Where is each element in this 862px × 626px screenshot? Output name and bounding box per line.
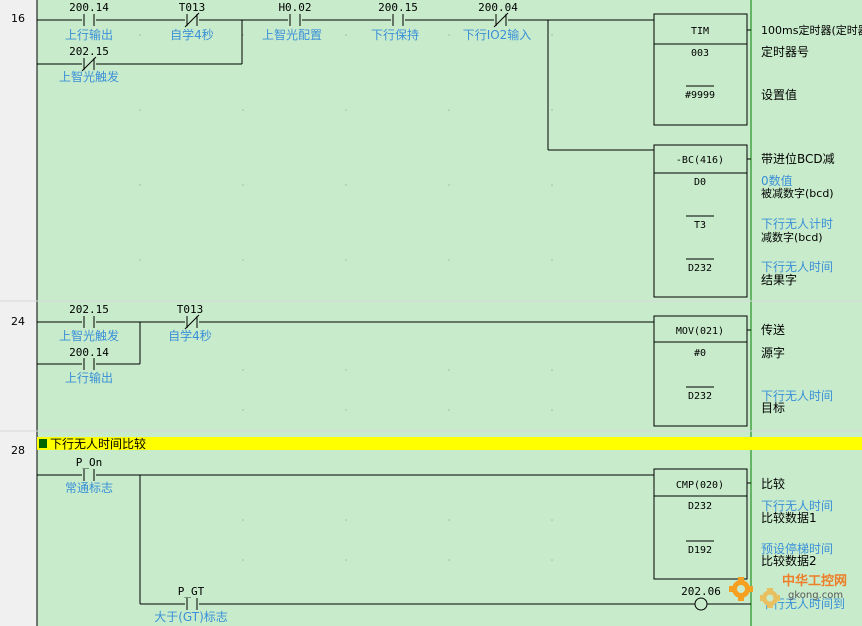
operand-value: 003 bbox=[691, 48, 709, 59]
instruction-name: -BC(416) bbox=[676, 155, 724, 166]
operand-label: 减数字(bcd) bbox=[761, 230, 823, 244]
contact-comment: 上智光触发 bbox=[59, 328, 119, 343]
coil-address: 202.06 bbox=[681, 585, 721, 598]
instruction-description: 100ms定时器(定时器 bbox=[761, 23, 862, 37]
operand-value: D192 bbox=[688, 545, 712, 556]
contact-address: H0.02 bbox=[278, 1, 311, 14]
contact-address: 202.15 bbox=[69, 303, 109, 316]
operand-value: D0 bbox=[694, 177, 706, 188]
watermark-domain: gkong.com bbox=[788, 590, 843, 601]
step-number: 24 bbox=[11, 315, 25, 328]
contact-comment: 常通标志 bbox=[65, 481, 113, 495]
contact-address: T013 bbox=[177, 303, 204, 316]
operand-comment: 下行无人时间 bbox=[761, 260, 833, 274]
contact-address: 200.14 bbox=[69, 346, 109, 359]
contact-comment: 自学4秒 bbox=[168, 328, 212, 343]
contact-comment: 自学4秒 bbox=[170, 27, 214, 42]
operand-value: D232 bbox=[688, 501, 712, 512]
contact-comment: 上行输出 bbox=[65, 27, 113, 42]
operand-label: 设置值 bbox=[761, 87, 797, 102]
operand-label: 定时器号 bbox=[761, 44, 809, 59]
operand-label: 比较数据1 bbox=[761, 510, 817, 525]
instruction-name: MOV(021) bbox=[676, 326, 724, 337]
section-header-bar bbox=[37, 437, 862, 450]
operand-comment: 下行无人计时 bbox=[761, 217, 833, 231]
operand-value: T3 bbox=[694, 220, 706, 231]
contact-address: T013 bbox=[179, 1, 206, 14]
contact-comment: 上行输出 bbox=[65, 370, 113, 385]
diagram-background bbox=[0, 0, 862, 626]
watermark-brand: 中华工控网 bbox=[782, 573, 847, 589]
step-number: 28 bbox=[11, 444, 25, 457]
operand-value: #9999 bbox=[685, 90, 715, 101]
operand-label: 比较数据2 bbox=[761, 553, 817, 568]
instruction-name: CMP(020) bbox=[676, 480, 724, 491]
instruction-description: 传送 bbox=[761, 322, 785, 337]
step-number: 16 bbox=[11, 12, 25, 25]
contact-address: P_On bbox=[76, 456, 103, 469]
contact-address: 200.04 bbox=[478, 1, 518, 14]
contact-address: 200.15 bbox=[378, 1, 418, 14]
contact-address: 200.14 bbox=[69, 1, 109, 14]
operand-value: D232 bbox=[688, 263, 712, 274]
operand-label: 目标 bbox=[761, 401, 785, 415]
contact-comment: 下行保持 bbox=[371, 27, 419, 42]
contact-comment: 大于(GT)标志 bbox=[154, 610, 228, 624]
instruction-description: 比较 bbox=[761, 476, 785, 491]
instruction-description: 带进位BCD减 bbox=[761, 151, 835, 166]
ladder-diagram[interactable]: 16 200.14 上行输出 T013 自学4秒 H0.02 上智光配置 200… bbox=[0, 0, 862, 626]
operand-label: 源字 bbox=[761, 345, 785, 360]
contact-address: 202.15 bbox=[69, 45, 109, 58]
operand-label: 被减数字(bcd) bbox=[761, 186, 834, 200]
operand-comment: 0数值 bbox=[761, 173, 793, 188]
section-marker bbox=[39, 439, 47, 448]
contact-address: P_GT bbox=[178, 585, 205, 598]
contact-comment: 上智光触发 bbox=[59, 69, 119, 84]
contact-comment: 上智光配置 bbox=[262, 27, 322, 42]
operand-value: #0 bbox=[694, 348, 706, 359]
section-title[interactable]: 下行无人时间比较 bbox=[50, 436, 146, 451]
operand-label: 结果字 bbox=[761, 272, 797, 287]
operand-value: D232 bbox=[688, 391, 712, 402]
contact-comment: 下行IO2输入 bbox=[463, 27, 532, 42]
instruction-name: TIM bbox=[691, 26, 709, 37]
step-gutter bbox=[0, 0, 37, 626]
